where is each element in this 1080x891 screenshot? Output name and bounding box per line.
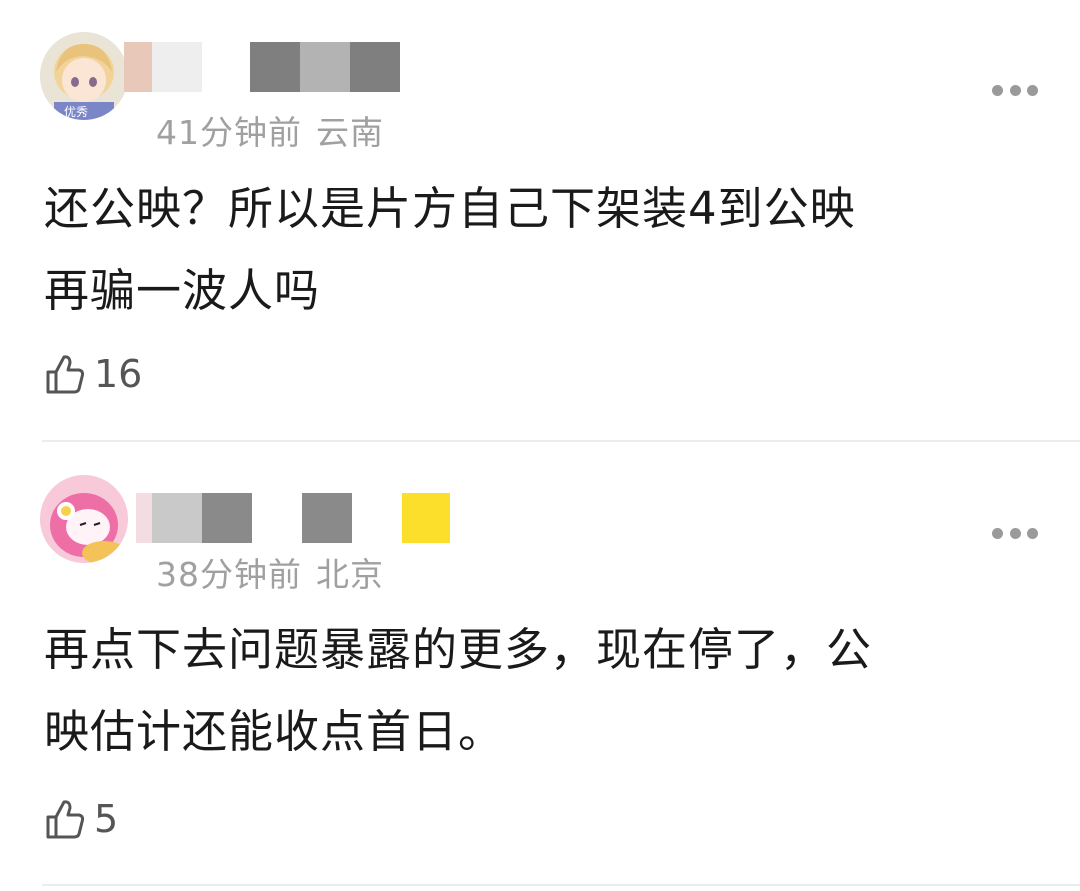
comment-time: 38分钟前 bbox=[156, 555, 302, 594]
mosaic-block bbox=[302, 493, 352, 543]
mosaic-block bbox=[402, 493, 450, 543]
comment-divider bbox=[42, 884, 1080, 886]
comment-time: 41分钟前 bbox=[156, 113, 302, 152]
mosaic-block bbox=[152, 493, 202, 543]
comment-text-line: 还公映？所以是片方自己下架装4到公映 bbox=[44, 182, 856, 235]
thumbs-up-icon bbox=[46, 800, 85, 839]
pink-rabbit-avatar-icon bbox=[40, 475, 128, 563]
mosaic-block bbox=[136, 493, 152, 543]
user-avatar[interactable] bbox=[40, 475, 128, 563]
like-count: 16 bbox=[94, 352, 143, 396]
comment-text-line: 再骗一波人吗 bbox=[44, 264, 321, 317]
like-button[interactable]: 5 bbox=[44, 797, 118, 841]
mosaic-block bbox=[202, 42, 250, 92]
mosaic-block bbox=[152, 42, 202, 92]
comment-text: 还公映？所以是片方自己下架装4到公映 再骗一波人吗 bbox=[44, 168, 1034, 332]
like-button[interactable]: 16 bbox=[44, 352, 142, 396]
mosaic-block bbox=[250, 42, 300, 92]
mosaic-block bbox=[300, 42, 350, 92]
user-avatar[interactable]: 优秀 bbox=[40, 32, 128, 120]
comment-divider bbox=[42, 440, 1080, 442]
like-count: 5 bbox=[94, 797, 119, 841]
username-mosaic[interactable] bbox=[124, 42, 400, 92]
comment-text-line: 映估计还能收点首日。 bbox=[44, 705, 505, 758]
mosaic-block bbox=[350, 42, 400, 92]
mosaic-block bbox=[202, 493, 252, 543]
comment-item: 优秀 41分钟前 云南 还公映？所以是片方自己下架装4到公映 再骗一波人吗 16 bbox=[0, 0, 1080, 442]
mosaic-block bbox=[252, 493, 302, 543]
comment-item: 38分钟前 北京 再点下去问题暴露的更多，现在停了，公 映估计还能收点首日。 5 bbox=[0, 443, 1080, 889]
username-mosaic[interactable] bbox=[136, 493, 450, 543]
mosaic-block bbox=[352, 493, 402, 543]
comment-location: 北京 bbox=[316, 555, 384, 594]
mosaic-block bbox=[124, 42, 152, 92]
more-options-icon[interactable] bbox=[992, 527, 1038, 539]
comment-meta: 41分钟前 云南 bbox=[156, 106, 384, 154]
more-options-icon[interactable] bbox=[992, 84, 1038, 96]
anime-boy-avatar-icon: 优秀 bbox=[40, 32, 128, 120]
thumbs-up-icon bbox=[46, 355, 85, 394]
comment-meta: 38分钟前 北京 bbox=[156, 548, 384, 596]
avatar-badge-text: 优秀 bbox=[64, 105, 88, 119]
comment-text-line: 再点下去问题暴露的更多，现在停了，公 bbox=[44, 623, 873, 676]
comment-location: 云南 bbox=[316, 113, 384, 152]
comment-text: 再点下去问题暴露的更多，现在停了，公 映估计还能收点首日。 bbox=[44, 609, 1034, 773]
